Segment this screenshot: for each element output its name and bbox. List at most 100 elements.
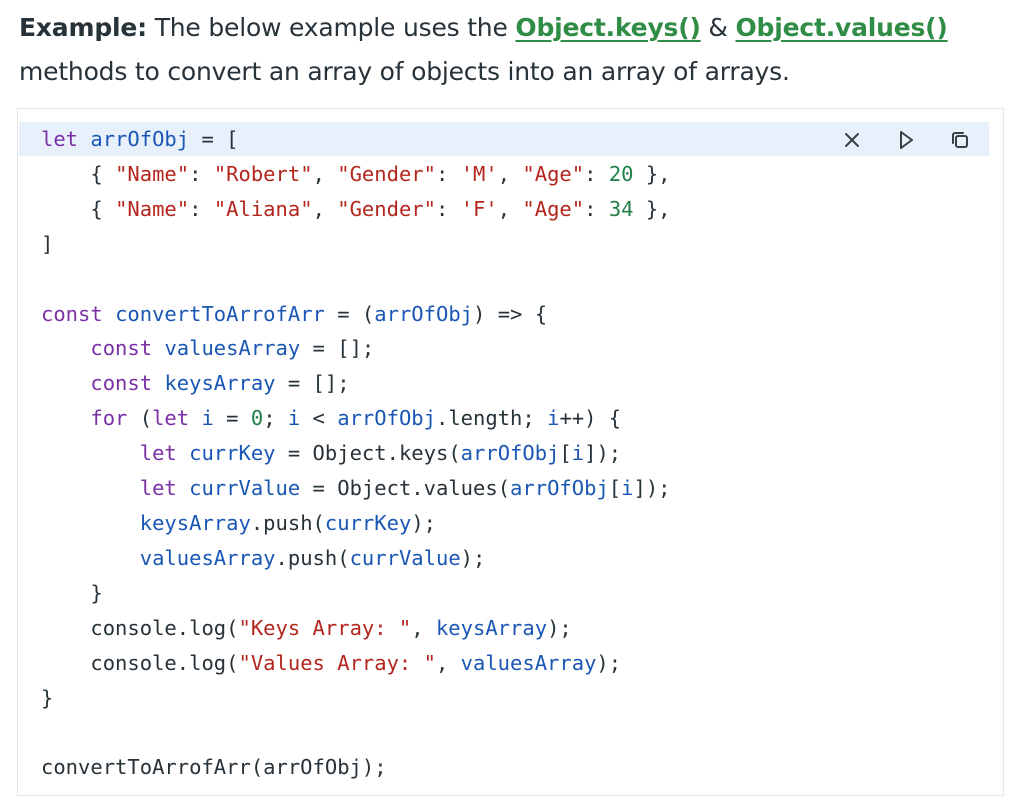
code-token: let [152,406,202,431]
code-token: 0 [250,406,264,431]
code-token: i [571,441,585,466]
code-line: { "Name": "Robert", "Gender": 'M', "Age"… [41,157,671,192]
code-token: .push( [275,545,350,570]
ampersand: & [700,13,736,42]
code-token: ++) { [559,406,622,431]
code-line: const keysArray = []; [41,366,671,401]
code-token: "Keys Array: " [238,615,412,640]
code-line: valuesArray.push(currValue); [41,541,671,576]
code-line: console.log("Keys Array: ", keysArray); [41,611,671,646]
code-token: = Object.keys( [275,441,461,466]
code-token: , [411,615,436,640]
code-token: "Name" [115,196,190,221]
code-token: keysArray [164,371,276,396]
code-token: "Age" [522,196,585,221]
code-token: 34 [608,196,634,221]
code-token: ); [411,510,436,535]
code-line: const convertToArrofArr = (arrOfObj) => … [41,297,671,332]
code-line: ​ [41,715,671,750]
code-token: "Values Array: " [238,650,436,675]
copy-icon [952,132,968,148]
code-token: valuesArray [164,336,301,361]
code-token: "Robert" [213,161,313,186]
code-token: : [189,196,214,221]
code-line: let currValue = Object.values(arrOfObj[i… [41,471,671,506]
code-token: currKey [324,510,412,535]
code-token: }, [633,161,671,186]
code-token: i [287,406,301,431]
code-token: i [547,406,560,431]
code-token: arrOfObj [510,476,609,501]
code-content: let arrOfObj = [ { "Name": "Robert", "Ge… [41,122,671,785]
run-button[interactable] [890,125,922,155]
code-token: : [436,161,461,186]
object-keys-link[interactable]: Object.keys() [515,13,700,42]
code-token: let [139,441,190,466]
code-token: [ [608,476,622,501]
code-token: ; [263,406,288,431]
intro-text-continued: methods to convert an array of objects i… [19,57,790,86]
code-token: arrOfObj [90,127,190,151]
code-token: : [584,161,609,186]
code-token: currKey [189,441,276,466]
code-token: : [584,196,609,221]
code-token: convertToArrofArr(arrOfObj); [41,755,387,780]
code-token: convertToArrofArr [115,301,325,326]
code-line: { "Name": "Aliana", "Gender": 'F', "Age"… [41,192,671,227]
code-token: : [436,196,461,221]
code-token: } [41,580,103,605]
code-token: [ [559,441,572,466]
code-token: ] [41,231,54,256]
code-token: }, [633,196,671,221]
code-line: console.log("Values Array: ", valuesArra… [41,646,671,681]
code-token: .length; [436,406,548,431]
code-line: let currKey = Object.keys(arrOfObj[i]); [41,436,671,471]
code-token: ); [596,650,622,675]
code-line: ] [41,227,671,262]
play-icon [900,131,913,149]
code-token: console.log( [41,615,239,640]
code-token: valuesArray [139,545,276,570]
close-icon [845,133,859,147]
code-token: , [497,196,523,221]
code-token: , [497,161,523,186]
close-button[interactable] [836,125,868,155]
code-token: console.log( [41,650,239,675]
code-token: const [90,336,165,361]
code-token: = Object.values( [300,476,511,501]
code-token: i [201,406,214,431]
code-token: let [41,127,91,151]
code-token: , [435,650,461,675]
code-token: { [41,161,116,186]
code-token: 'F' [460,196,498,221]
code-token: = []; [300,336,375,361]
code-token: , [312,161,338,186]
intro-paragraph: Example: The below example uses the Obje… [19,6,1004,94]
code-token: arrOfObj [374,301,474,326]
code-line: for (let i = 0; i < arrOfObj.length; i++… [41,401,671,436]
object-values-link[interactable]: Object.values() [735,13,947,42]
code-token: ]); [633,476,671,501]
code-token: 20 [608,161,634,186]
code-token: keysArray [435,615,548,640]
code-token: arrOfObj [337,406,436,431]
code-token: "Gender" [337,161,436,186]
code-token: ); [547,615,572,640]
code-token: for [90,406,140,431]
code-line: convertToArrofArr(arrOfObj); [41,750,671,785]
code-token: < [300,406,338,431]
code-token: ( [139,406,153,431]
example-label: Example: [19,13,147,42]
code-token: } [41,685,54,710]
copy-button[interactable] [944,125,976,155]
code-token: : [189,161,214,186]
code-toolbar [836,125,976,155]
code-token: "Gender" [337,196,436,221]
code-token: ) => { [473,301,548,326]
code-line: } [41,681,671,716]
